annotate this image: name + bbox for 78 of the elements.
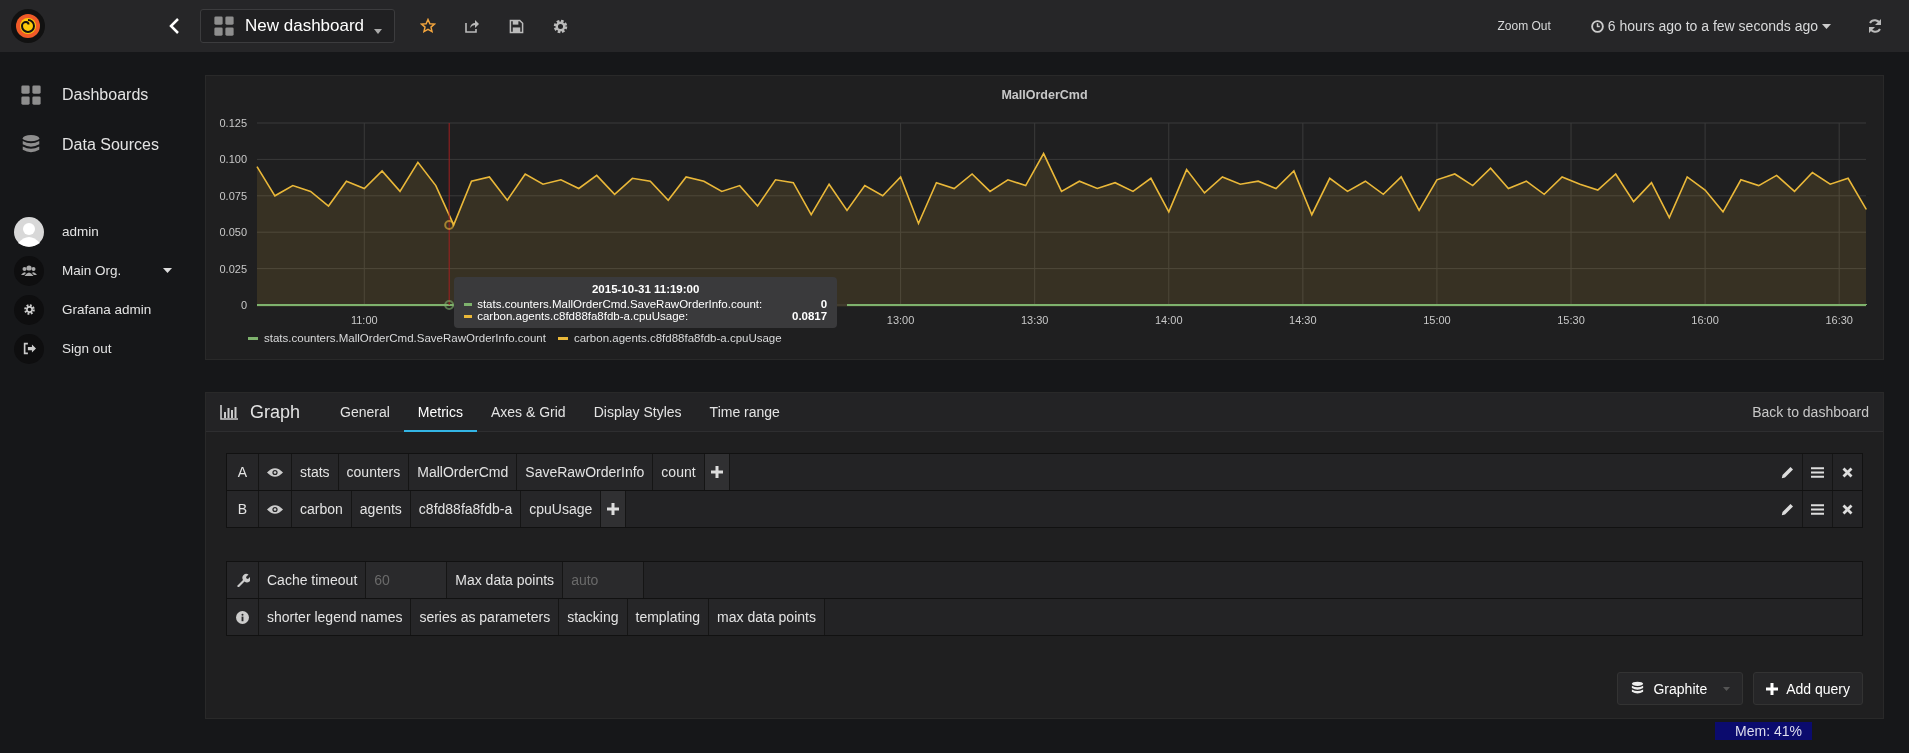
plus-icon[interactable]	[710, 466, 723, 478]
axis-label: 0.050	[219, 226, 247, 239]
editor-tab[interactable]: Display Styles	[579, 393, 696, 432]
pencil-icon[interactable]	[1781, 502, 1794, 516]
info-icon	[236, 610, 249, 624]
hover-marker	[444, 300, 455, 310]
legend-swatch	[248, 336, 258, 340]
close-icon[interactable]	[1842, 503, 1853, 515]
user-menu-item[interactable]: Main Org.	[0, 251, 205, 290]
plus-icon[interactable]	[607, 503, 620, 515]
tooltip-value: 0	[820, 298, 828, 310]
avatar-icon	[14, 216, 44, 247]
menu-icon[interactable]	[1811, 466, 1824, 478]
axis-label: 13:00	[886, 314, 915, 326]
editor-tab[interactable]: Axes & Grid	[476, 393, 580, 432]
axis-label: 0.125	[219, 117, 247, 129]
back-to-dashboard-link[interactable]: Back to dashboard	[1752, 404, 1883, 420]
sidebar-item[interactable]: Dashboards	[0, 70, 205, 120]
legend-item[interactable]: carbon.agents.c8fd88fa8fdb-a.cpuUsage	[573, 332, 782, 344]
axis-label: 11:00	[350, 314, 378, 326]
grid-icon	[213, 15, 235, 37]
eye-icon[interactable]	[267, 503, 283, 515]
user-menu-item[interactable]: Grafana admin	[0, 290, 205, 329]
axis-label: 14:00	[1155, 314, 1183, 326]
editor-tab[interactable]: General	[326, 393, 404, 432]
axis-label: 0.025	[219, 262, 247, 275]
axis-label: 16:00	[1691, 314, 1719, 326]
axis-label: 16:30	[1825, 314, 1853, 326]
users-icon	[21, 262, 37, 279]
legend-swatch	[557, 336, 568, 340]
axis-label: 15:00	[1423, 314, 1451, 326]
datasource-picker[interactable]: Graphite	[1617, 672, 1744, 705]
grid-icon	[20, 84, 42, 106]
axis-label: 0.075	[219, 189, 247, 202]
legend-item[interactable]: stats.counters.MallOrderCmd.SaveRawOrderInfo.count	[264, 332, 546, 344]
axis-label: 0	[240, 299, 247, 311]
axis-label: 0.100	[219, 153, 247, 166]
bar-chart-icon	[220, 404, 238, 420]
sidebar-item[interactable]: Data Sources	[0, 120, 205, 170]
axis-label: 14:30	[1289, 314, 1317, 326]
editor-tab[interactable]: Metrics	[403, 393, 477, 432]
tooltip-series: stats.counters.MallOrderCmd.SaveRawOrderInfo.count:	[477, 298, 763, 310]
user-menu-item[interactable]: Sign out	[0, 329, 205, 368]
caret-icon	[1822, 23, 1831, 29]
legend-swatch	[464, 314, 473, 318]
tooltip-series: carbon.agents.c8fd88fa8fdb-a.cpuUsage:	[477, 310, 689, 322]
sign-out-icon	[22, 342, 36, 355]
panel-title: MallOrderCmd	[1001, 88, 1088, 102]
wrench-icon	[235, 573, 250, 587]
max-data-points-field[interactable]: auto	[563, 562, 645, 598]
axis-label: 13:30	[1020, 314, 1049, 326]
hover-marker	[444, 219, 455, 230]
tooltip-value: 0.0817	[792, 310, 828, 322]
caret-icon	[374, 28, 383, 34]
clock-icon	[1590, 19, 1604, 33]
gear-icon	[22, 303, 36, 316]
caret-icon	[1723, 686, 1731, 691]
refresh-icon[interactable]	[1867, 18, 1883, 34]
tooltip-time: 2015-10-31 11:19:00	[591, 283, 700, 295]
plus-icon	[1766, 682, 1779, 695]
editor-tab[interactable]: Time range	[695, 393, 794, 432]
zoom-out-button[interactable]: Zoom Out	[1491, 18, 1557, 34]
legend-swatch	[464, 302, 473, 306]
memory-indicator: Mem: 41%	[1715, 722, 1812, 740]
database-icon	[1630, 681, 1646, 696]
dashboard-picker[interactable]: New dashboard	[200, 9, 396, 43]
cache-timeout-field[interactable]: 60	[366, 562, 448, 598]
logo-icon[interactable]	[10, 8, 46, 44]
user-menu-item[interactable]: admin	[0, 212, 205, 251]
add-query-button[interactable]: Add query	[1753, 672, 1863, 705]
time-range-picker[interactable]: 6 hours ago to a few seconds ago	[1584, 17, 1837, 35]
close-icon[interactable]	[1842, 466, 1853, 478]
menu-icon[interactable]	[1811, 503, 1824, 515]
pencil-icon[interactable]	[1781, 465, 1794, 479]
editor-title: Graph	[250, 401, 301, 423]
axis-label: 15:30	[1557, 314, 1585, 326]
caret-icon	[163, 268, 173, 273]
eye-icon[interactable]	[267, 466, 283, 478]
